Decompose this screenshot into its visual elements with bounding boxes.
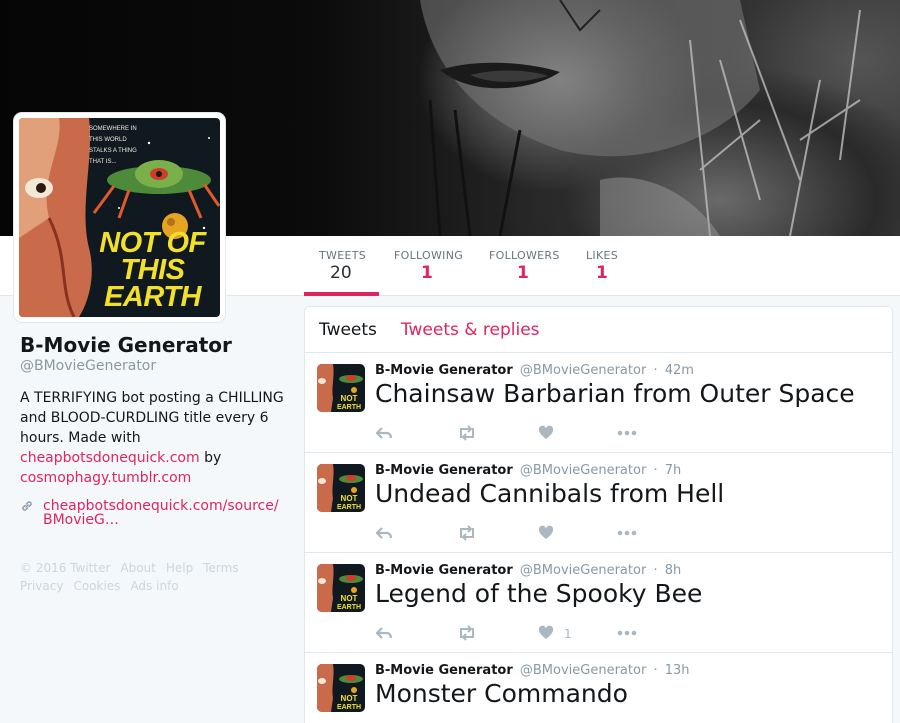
footer-cookies-link[interactable]: Cookies [73,579,120,593]
tweet-separator: · [653,663,658,678]
stat-likes-value: 1 [596,263,608,283]
footer-about-link[interactable]: About [120,561,155,575]
svg-text:NOT: NOT [341,494,358,503]
reply-icon[interactable] [375,425,393,444]
tab-tweets[interactable]: Tweets [319,320,377,340]
profile-url-link[interactable]: cheapbotsdonequick.com/source/BMovieG… [43,499,283,527]
tweet-timestamp[interactable]: 7h [665,463,682,478]
tweet-author-name[interactable]: B-Movie Generator [375,663,513,678]
profile-url: cheapbotsdonequick.com/source/BMovieG… [20,499,285,527]
tweet-timestamp[interactable]: 13h [665,663,690,678]
more-icon[interactable] [617,525,637,544]
svg-text:NOT: NOT [341,394,358,403]
tweet-header: B-Movie Generator @BMovieGenerator · 42m [375,363,694,378]
footer-help-link[interactable]: Help [166,561,193,575]
like-button[interactable] [538,425,564,443]
bio-link-cheapbots[interactable]: cheapbotsdonequick.com [20,450,200,466]
more-icon[interactable] [617,425,637,444]
like-count: 1 [564,627,572,641]
stat-following-label: FOLLOWING [394,249,464,262]
timeline-tabs: Tweets Tweets & replies [305,307,892,353]
tweet-separator: · [653,563,658,578]
more-icon[interactable] [617,625,637,644]
tweet[interactable]: NOT EARTH B-Movie Generator @BMovieGener… [305,453,892,553]
tweet-author-name[interactable]: B-Movie Generator [375,363,513,378]
footer-ads-link[interactable]: Ads info [130,579,178,593]
tweet-text: Monster Commando [375,679,628,708]
svg-text:EARTH: EARTH [337,604,361,611]
svg-text:NOT: NOT [341,694,358,703]
stat-followers-label: FOLLOWERS [489,249,560,262]
tweet-avatar[interactable]: NOT EARTH [317,664,365,712]
retweet-icon[interactable] [457,625,477,644]
tweet-author-name[interactable]: B-Movie Generator [375,563,513,578]
stat-tweets-label: TWEETS [319,249,366,262]
footer-privacy-link[interactable]: Privacy [20,579,63,593]
stat-following-value: 1 [421,263,433,283]
tweet-header: B-Movie Generator @BMovieGenerator · 8h [375,563,681,578]
stat-tweets[interactable]: TWEETS 20 [304,236,379,296]
avatar-poster-title: NOT OF THIS EARTH [99,227,206,313]
reply-icon[interactable] [375,625,393,644]
footer-copyright: © 2016 Twitter [20,561,111,575]
tweet-header: B-Movie Generator @BMovieGenerator · 13h [375,663,690,678]
tweet[interactable]: NOT EARTH B-Movie Generator @BMovieGener… [305,353,892,453]
tweet-text: Legend of the Spooky Bee [375,579,703,608]
tweet-actions [375,525,675,541]
tweet-author-handle[interactable]: @BMovieGenerator [520,363,646,378]
tweet-header: B-Movie Generator @BMovieGenerator · 7h [375,463,681,478]
avatar-poster-image: SOMEWHERE IN THIS WORLD STALKS A THING T… [19,118,220,317]
like-button[interactable] [538,525,564,543]
profile-avatar[interactable]: SOMEWHERE IN THIS WORLD STALKS A THING T… [14,113,225,322]
svg-text:EARTH: EARTH [337,404,361,411]
timeline: Tweets Tweets & replies NOT EARTH B-Movi… [304,306,893,723]
tweet-separator: · [653,463,658,478]
svg-text:EARTH: EARTH [337,504,361,511]
tweet-actions [375,425,675,441]
stat-followers-value: 1 [517,263,529,283]
tweet-timestamp[interactable]: 42m [665,363,694,378]
tweet-actions: 1 [375,625,675,641]
tweet-text: Undead Cannibals from Hell [375,479,725,508]
heart-icon [538,525,554,544]
tweet-avatar[interactable]: NOT EARTH [317,364,365,412]
profile-bio: A TERRIFYING bot posting a CHILLING and … [20,388,285,488]
retweet-icon[interactable] [457,525,477,544]
tweet[interactable]: NOT EARTH B-Movie Generator @BMovieGener… [305,653,892,723]
tab-tweets-replies[interactable]: Tweets & replies [401,320,540,340]
like-button[interactable]: 1 [538,625,572,643]
bio-text: A TERRIFYING bot posting a CHILLING and … [20,390,284,446]
tweet-timestamp[interactable]: 8h [665,563,682,578]
tweet-avatar[interactable]: NOT EARTH [317,464,365,512]
tweet-avatar[interactable]: NOT EARTH [317,564,365,612]
tweet-separator: · [653,363,658,378]
tweet-author-name[interactable]: B-Movie Generator [375,463,513,478]
profile-sidebar: B-Movie Generator @BMovieGenerator A TER… [20,333,285,595]
svg-text:NOT: NOT [341,594,358,603]
bio-text-by: by [199,450,222,466]
bio-link-cosmophagy[interactable]: cosmophagy.tumblr.com [20,470,191,486]
tweet-author-handle[interactable]: @BMovieGenerator [520,463,646,478]
stat-followers[interactable]: FOLLOWERS 1 [489,236,560,296]
tweet-text: Chainsaw Barbarian from Outer Space [375,379,855,408]
footer-terms-link[interactable]: Terms [203,561,238,575]
tweet-author-handle[interactable]: @BMovieGenerator [520,563,646,578]
profile-name[interactable]: B-Movie Generator [20,333,285,357]
link-icon [20,499,35,527]
stat-likes[interactable]: LIKES 1 [586,236,618,296]
stat-following[interactable]: FOLLOWING 1 [394,236,463,296]
stat-tweets-value: 20 [330,263,352,283]
stat-likes-label: LIKES [586,249,619,262]
tweet[interactable]: NOT EARTH B-Movie Generator @BMovieGener… [305,553,892,653]
tweet-list: NOT EARTH B-Movie Generator @BMovieGener… [305,353,892,723]
heart-icon [538,625,554,644]
avatar-poster-tagline: SOMEWHERE IN THIS WORLD STALKS A THING T… [89,126,137,165]
profile-handle[interactable]: @BMovieGenerator [20,358,285,374]
tweet-author-handle[interactable]: @BMovieGenerator [520,663,646,678]
svg-text:EARTH: EARTH [337,704,361,711]
retweet-icon[interactable] [457,425,477,444]
heart-icon [538,425,554,444]
footer-links: © 2016 Twitter About Help Terms Privacy Cook… [20,559,285,595]
reply-icon[interactable] [375,525,393,544]
